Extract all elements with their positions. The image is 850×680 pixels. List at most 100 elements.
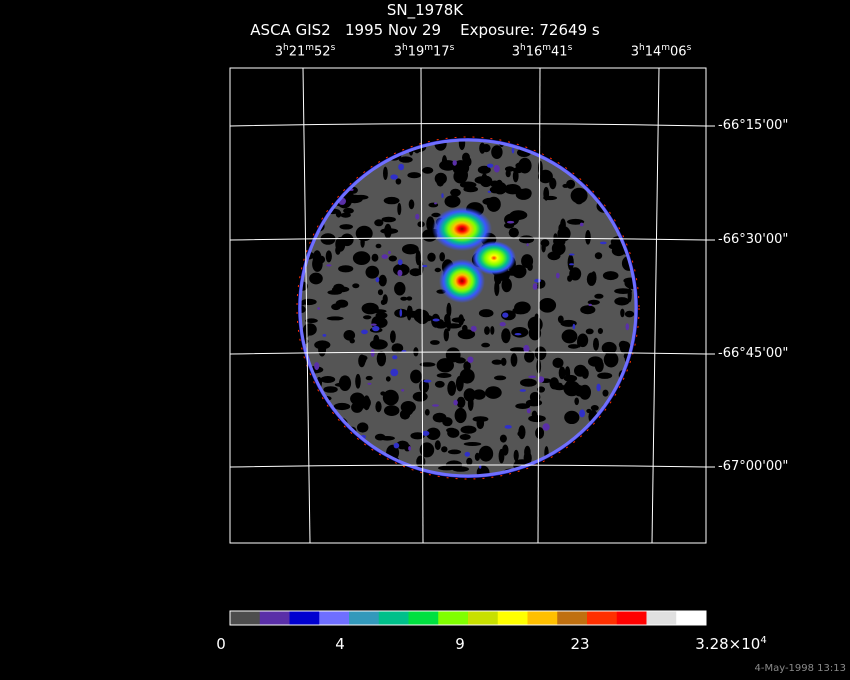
noise-patch — [549, 177, 557, 190]
noise-patch — [551, 241, 566, 256]
noise-patch — [381, 216, 396, 223]
noise-patch — [436, 373, 452, 378]
noise-patch — [491, 359, 503, 365]
noise-patch — [419, 442, 435, 458]
noise-patch — [406, 296, 413, 301]
noise-patch — [439, 252, 446, 262]
noise-patch — [614, 288, 632, 294]
noise-speck — [487, 163, 494, 168]
noise-patch — [455, 375, 464, 392]
noise-patch — [322, 162, 339, 168]
noise-patch — [623, 384, 636, 397]
noise-patch — [540, 239, 550, 247]
noise-patch — [301, 441, 319, 452]
noise-speck — [398, 163, 404, 171]
noise-patch — [593, 450, 603, 467]
noise-speck — [511, 147, 515, 154]
noise-patch — [619, 421, 626, 428]
noise-speck — [367, 382, 372, 385]
noise-patch — [478, 445, 494, 462]
dec-tick-label-4: -67°00'00" — [718, 459, 789, 474]
noise-speck — [470, 325, 477, 332]
noise-speck — [526, 243, 529, 247]
noise-patch — [624, 197, 631, 202]
noise-patch — [445, 347, 461, 363]
noise-patch — [398, 156, 413, 163]
noise-speck — [397, 269, 403, 277]
noise-patch — [506, 184, 511, 192]
noise-patch — [486, 196, 501, 212]
noise-patch — [498, 448, 505, 464]
noise-patch — [424, 409, 430, 416]
noise-patch — [559, 140, 574, 150]
noise-patch — [563, 383, 575, 394]
noise-patch — [352, 467, 363, 475]
noise-patch — [454, 407, 467, 424]
noise-speck — [329, 456, 334, 460]
noise-patch — [373, 334, 380, 346]
noise-patch — [447, 380, 457, 396]
noise-patch — [515, 189, 532, 200]
noise-patch — [560, 144, 572, 152]
noise-patch — [569, 267, 582, 281]
noise-patch — [585, 432, 599, 442]
noise-patch — [357, 422, 369, 433]
noise-patch — [577, 455, 588, 466]
noise-speck — [372, 325, 380, 332]
noise-patch — [375, 243, 382, 249]
colorbar-swatch — [349, 611, 380, 625]
noise-patch — [595, 145, 603, 155]
noise-speck — [507, 220, 515, 224]
noise-patch — [618, 165, 635, 171]
colorbar-swatch — [378, 611, 409, 625]
noise-patch — [580, 305, 596, 315]
noise-patch — [441, 446, 448, 453]
noise-patch — [511, 327, 529, 338]
noise-patch — [427, 252, 436, 262]
noise-patch — [614, 297, 630, 306]
noise-patch — [346, 194, 363, 204]
noise-patch — [630, 209, 636, 219]
noise-patch — [528, 415, 546, 423]
noise-patch — [316, 204, 323, 211]
noise-speck — [625, 323, 630, 331]
noise-patch — [383, 166, 388, 180]
noise-patch — [407, 172, 422, 179]
noise-speck — [626, 196, 632, 204]
noise-patch — [378, 274, 387, 287]
noise-patch — [513, 470, 520, 476]
noise-patch — [402, 244, 419, 255]
noise-speck — [432, 404, 439, 407]
noise-patch — [605, 153, 618, 161]
noise-patch — [434, 267, 441, 273]
noise-patch — [444, 195, 461, 208]
noise-patch — [324, 184, 331, 193]
colorbar-swatch — [230, 611, 261, 625]
noise-patch — [534, 346, 547, 361]
noise-patch — [481, 173, 488, 187]
noise-patch — [543, 195, 558, 201]
colorbar — [230, 611, 707, 625]
noise-patch — [312, 250, 322, 267]
noise-patch — [441, 155, 448, 171]
noise-patch — [494, 280, 500, 297]
noise-speck — [587, 453, 592, 460]
noise-speck — [370, 349, 375, 357]
noise-patch — [377, 289, 384, 296]
noise-patch — [333, 283, 345, 293]
noise-patch — [305, 146, 323, 162]
noise-speck — [423, 379, 432, 383]
dec-tick-label-1: -66°15'00" — [718, 118, 789, 133]
colorbar-swatch — [497, 611, 528, 625]
noise-speck — [351, 439, 357, 445]
noise-speck — [528, 375, 537, 379]
noise-patch — [518, 140, 529, 146]
noise-patch — [585, 230, 591, 245]
noise-patch — [535, 427, 545, 439]
noise-patch — [395, 178, 402, 185]
noise-patch — [608, 140, 619, 145]
noise-patch — [538, 160, 543, 176]
colorbar-swatch — [438, 611, 469, 625]
noise-patch — [553, 233, 558, 241]
dec-line-1 — [230, 123, 706, 127]
